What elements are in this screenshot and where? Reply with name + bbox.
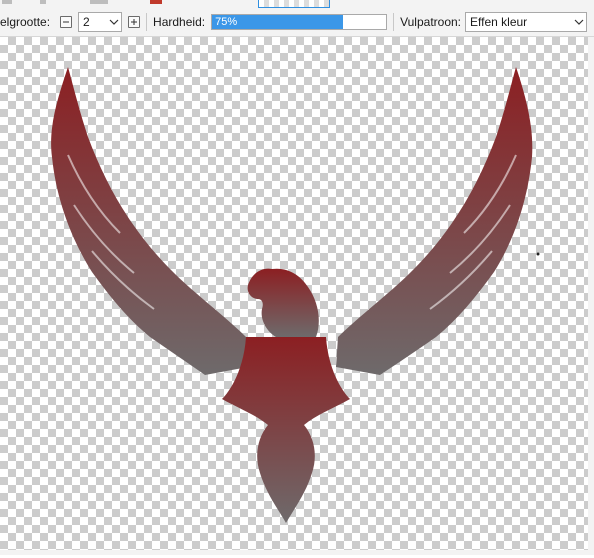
image-thumbnail[interactable] (258, 0, 330, 8)
chevron-down-icon (107, 19, 121, 25)
toolbar-fragment (150, 0, 162, 4)
toolbar-fragment (40, 0, 46, 4)
fill-pattern-label: Vulpatroon: (400, 15, 462, 29)
hardness-slider[interactable]: 75% (211, 14, 388, 30)
hardness-label: Hardheid: (153, 15, 206, 29)
eagle-icon (51, 67, 540, 523)
plus-icon (131, 19, 138, 25)
brush-size-select[interactable]: 2 (78, 12, 123, 32)
toolbar-fragment (90, 0, 108, 4)
brush-size-label: elgrootte: (0, 15, 51, 29)
separator (393, 13, 395, 31)
toolbar-fragment (2, 0, 12, 4)
brush-size-value: 2 (83, 15, 90, 29)
hardness-value: 75% (215, 16, 238, 28)
decrease-size-button[interactable] (60, 16, 73, 28)
minus-icon (63, 21, 70, 23)
scroll-area-edge (588, 37, 594, 555)
fill-pattern-select[interactable]: Effen kleur (465, 12, 588, 32)
separator (146, 13, 148, 31)
chevron-down-icon (572, 19, 586, 25)
increase-size-button[interactable] (128, 16, 141, 28)
tool-options-bar: elgrootte: 2 Hardheid: 75% Vulpatroon: E… (0, 8, 594, 37)
cursor-dot (536, 252, 540, 256)
scroll-area-edge (0, 550, 594, 555)
image-canvas[interactable] (0, 37, 594, 555)
fill-pattern-value: Effen kleur (470, 15, 528, 29)
top-strip (0, 0, 594, 8)
